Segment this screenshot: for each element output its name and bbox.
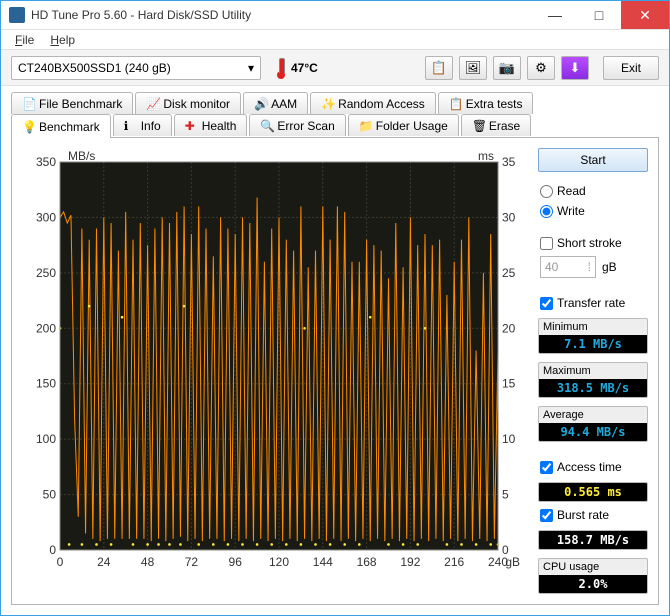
tab-extra-tests[interactable]: 📋Extra tests	[438, 92, 534, 114]
app-window: HD Tune Pro 5.60 - Hard Disk/SSD Utility…	[0, 0, 670, 616]
svg-text:150: 150	[36, 377, 56, 391]
folder-icon: 📁	[359, 119, 372, 132]
camera-button[interactable]: 📷	[493, 56, 521, 80]
stat-maximum: Maximum 318.5 MB/s	[538, 362, 648, 398]
svg-text:ms: ms	[478, 149, 494, 163]
tab-folder-usage[interactable]: 📁Folder Usage	[348, 114, 459, 136]
extra-icon: 📋	[449, 97, 462, 110]
copy-info-button[interactable]: 📋	[425, 56, 453, 80]
svg-text:20: 20	[502, 321, 516, 335]
svg-text:50: 50	[43, 488, 57, 502]
minimize-button[interactable]: —	[533, 1, 577, 29]
thermometer-icon	[275, 57, 287, 79]
drive-select[interactable]: CT240BX500SSD1 (240 gB) ▾	[11, 56, 261, 80]
svg-text:350: 350	[36, 155, 56, 169]
side-panel: Start Read Write Short stroke 40⁞ gB Tra…	[526, 148, 648, 594]
stat-minimum: Minimum 7.1 MB/s	[538, 318, 648, 354]
tab-disk-monitor[interactable]: 📈Disk monitor	[135, 92, 241, 114]
titlebar: HD Tune Pro 5.60 - Hard Disk/SSD Utility…	[1, 1, 669, 30]
svg-text:120: 120	[269, 555, 289, 569]
tab-benchmark[interactable]: 💡Benchmark	[11, 114, 111, 138]
trash-icon: 🗑	[472, 119, 485, 132]
speaker-icon: 🔊	[254, 97, 267, 110]
svg-text:200: 200	[36, 321, 56, 335]
write-radio[interactable]: Write	[540, 204, 648, 218]
stat-cpu-usage: CPU usage 2.0%	[538, 558, 648, 594]
svg-text:10: 10	[502, 432, 516, 446]
stat-average: Average 94.4 MB/s	[538, 406, 648, 442]
read-radio[interactable]: Read	[540, 184, 648, 198]
window-title: HD Tune Pro 5.60 - Hard Disk/SSD Utility	[31, 8, 533, 22]
svg-text:24: 24	[97, 555, 111, 569]
svg-text:30: 30	[502, 210, 516, 224]
tab-erase[interactable]: 🗑Erase	[461, 114, 531, 136]
tab-row-bottom: 💡Benchmark ℹInfo ✚Health 🔍Error Scan 📁Fo…	[11, 114, 659, 137]
close-button[interactable]: ✕	[621, 1, 669, 29]
save-button[interactable]: ⬇	[561, 56, 589, 80]
tab-aam[interactable]: 🔊AAM	[243, 92, 308, 114]
stat-access-time: 0.565 ms	[538, 482, 648, 502]
svg-text:300: 300	[36, 210, 56, 224]
svg-text:15: 15	[502, 377, 516, 391]
info-icon: ℹ	[124, 119, 137, 132]
tab-random-access[interactable]: ✨Random Access	[310, 92, 436, 114]
svg-text:72: 72	[185, 555, 199, 569]
svg-text:192: 192	[400, 555, 420, 569]
tab-error-scan[interactable]: 🔍Error Scan	[249, 114, 345, 136]
svg-text:48: 48	[141, 555, 155, 569]
svg-text:96: 96	[229, 555, 243, 569]
health-icon: ✚	[185, 119, 198, 132]
svg-text:216: 216	[444, 555, 464, 569]
transfer-rate-check[interactable]: Transfer rate	[540, 296, 648, 310]
svg-text:0: 0	[49, 543, 56, 557]
benchmark-icon: 💡	[22, 120, 35, 133]
toolbar: CT240BX500SSD1 (240 gB) ▾ 47°C 📋 🖼 📷 ⚙ ⬇…	[1, 49, 669, 86]
file-benchmark-icon: 📄	[22, 97, 35, 110]
options-button[interactable]: ⚙	[527, 56, 555, 80]
burst-rate-check[interactable]: Burst rate	[540, 508, 648, 522]
temperature-value: 47°C	[291, 61, 318, 75]
short-stroke-check[interactable]: Short stroke	[540, 236, 648, 250]
menu-help[interactable]: Help	[44, 31, 81, 49]
svg-text:100: 100	[36, 432, 56, 446]
svg-text:25: 25	[502, 266, 516, 280]
tab-info[interactable]: ℹInfo	[113, 114, 172, 136]
menu-file[interactable]: File	[9, 31, 40, 49]
search-icon: 🔍	[260, 119, 273, 132]
tab-health[interactable]: ✚Health	[174, 114, 248, 136]
start-button[interactable]: Start	[538, 148, 648, 172]
screenshot-button[interactable]: 🖼	[459, 56, 487, 80]
svg-text:5: 5	[502, 488, 509, 502]
tab-content: 0244872961201441681922162400501001502002…	[11, 137, 659, 605]
app-icon	[9, 7, 25, 23]
svg-text:250: 250	[36, 266, 56, 280]
svg-text:35: 35	[502, 155, 516, 169]
tabs-area: 📄File Benchmark 📈Disk monitor 🔊AAM ✨Rand…	[1, 86, 669, 137]
temperature-display: 47°C	[275, 57, 318, 79]
short-stroke-unit: gB	[602, 260, 617, 274]
maximize-button[interactable]: □	[577, 1, 621, 29]
menubar: File Help	[1, 30, 669, 49]
svg-text:gB: gB	[505, 555, 520, 569]
svg-text:168: 168	[357, 555, 377, 569]
svg-text:MB/s: MB/s	[68, 149, 95, 163]
chevron-down-icon: ▾	[248, 61, 254, 75]
svg-text:144: 144	[313, 555, 333, 569]
exit-button[interactable]: Exit	[603, 56, 659, 80]
benchmark-chart: 0244872961201441681922162400501001502002…	[22, 148, 526, 574]
stat-burst-rate: 158.7 MB/s	[538, 530, 648, 550]
random-icon: ✨	[321, 97, 334, 110]
svg-text:0: 0	[57, 555, 64, 569]
drive-select-value: CT240BX500SSD1 (240 gB)	[18, 61, 171, 75]
monitor-icon: 📈	[146, 97, 159, 110]
short-stroke-input[interactable]: 40⁞	[540, 256, 596, 278]
access-time-check[interactable]: Access time	[540, 460, 648, 474]
tab-file-benchmark[interactable]: 📄File Benchmark	[11, 92, 133, 114]
tab-row-top: 📄File Benchmark 📈Disk monitor 🔊AAM ✨Rand…	[11, 92, 659, 114]
